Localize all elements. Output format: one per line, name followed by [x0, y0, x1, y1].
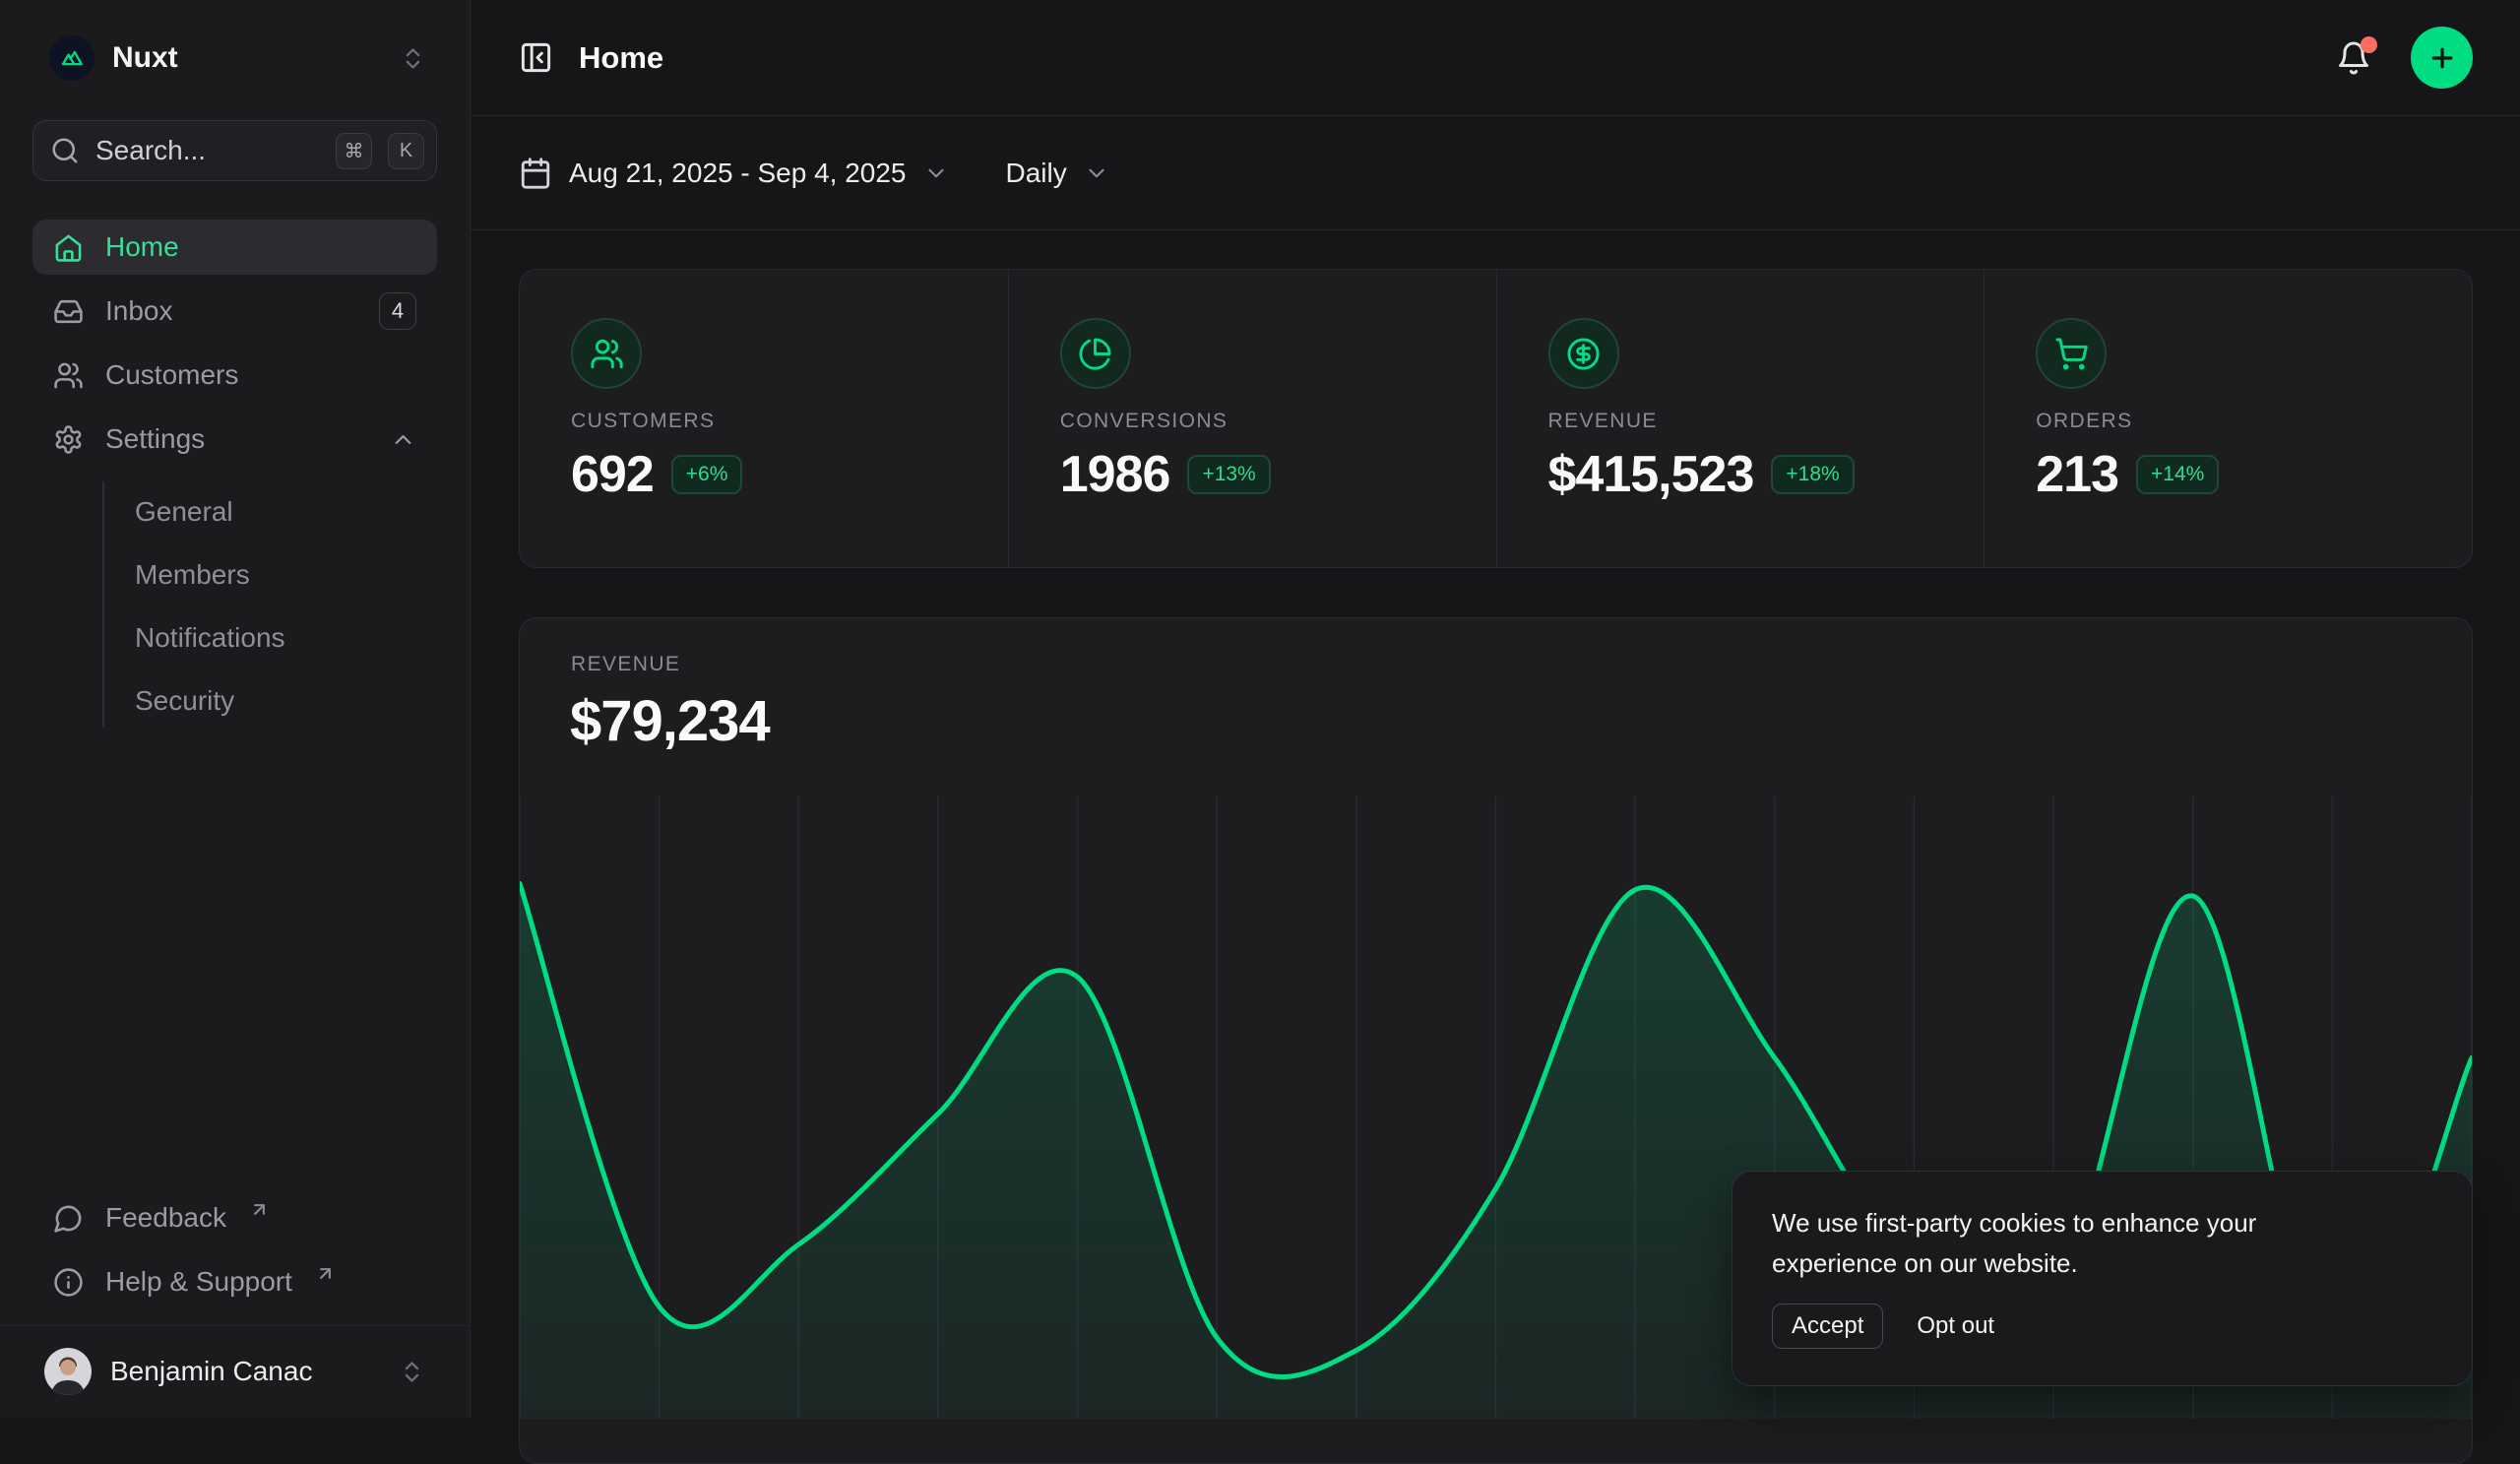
feedback-link[interactable]: Feedback [32, 1190, 437, 1245]
inbox-count-badge: 4 [379, 292, 416, 330]
inbox-icon [53, 296, 84, 327]
revenue-card-value: $79,234 [520, 676, 2472, 754]
collapse-sidebar-icon[interactable] [519, 40, 553, 75]
stat-delta-badge: +6% [671, 455, 743, 494]
info-circle-icon [53, 1267, 84, 1298]
user-menu-button[interactable]: Benjamin Canac [32, 1339, 437, 1404]
stat-label: CONVERSIONS [1060, 410, 1477, 433]
users-stat-icon [571, 318, 642, 389]
gear-icon [53, 424, 84, 455]
circle-dollar-icon [1548, 318, 1619, 389]
stat-delta-badge: +18% [1771, 455, 1854, 494]
stats-row: CUSTOMERS 692 +6% CONVERSIONS 1986 +13% [519, 269, 2473, 568]
footer-item-label: Feedback [105, 1202, 226, 1234]
stat-label: ORDERS [2036, 410, 2452, 433]
nuxt-logo-icon [49, 35, 94, 81]
workspace-name: Nuxt [112, 41, 178, 75]
stat-customers: CUSTOMERS 692 +6% [520, 270, 1008, 567]
user-section: Benjamin Canac [0, 1325, 470, 1418]
cookie-message: We use first-party cookies to enhance yo… [1772, 1203, 2387, 1284]
kbd-meta-key: ⌘ [336, 133, 372, 169]
sidebar-item-label: Inbox [105, 295, 173, 327]
kbd-k-key: K [388, 133, 424, 169]
help-support-link[interactable]: Help & Support [32, 1254, 437, 1309]
sidebar-item-general[interactable]: General [104, 485, 405, 539]
sidebar-item-inbox[interactable]: Inbox 4 [32, 284, 437, 339]
sidebar-item-customers[interactable]: Customers [32, 348, 437, 403]
chevron-up-icon [390, 426, 416, 453]
accept-button[interactable]: Accept [1772, 1304, 1883, 1349]
stat-delta-badge: +14% [2136, 455, 2219, 494]
revenue-card-label: REVENUE [520, 618, 2472, 676]
sidebar-item-security[interactable]: Security [104, 674, 405, 728]
cookie-actions: Accept Opt out [1772, 1304, 2432, 1349]
sidebar-item-settings[interactable]: Settings [32, 412, 437, 467]
sidebar-item-home[interactable]: Home [32, 220, 437, 275]
avatar [44, 1348, 92, 1395]
sidebar-item-notifications[interactable]: Notifications [104, 611, 405, 665]
stat-orders: ORDERS 213 +14% [1984, 270, 2472, 567]
message-circle-icon [53, 1203, 84, 1234]
chevron-down-icon [923, 160, 949, 186]
calendar-icon [519, 157, 552, 190]
date-range-picker[interactable]: Aug 21, 2025 - Sep 4, 2025 [519, 157, 949, 190]
sidebar-item-label: Home [105, 231, 179, 263]
users-icon [53, 360, 84, 391]
stat-value: 692 [571, 445, 654, 504]
search-input[interactable] [95, 135, 320, 166]
chevron-down-icon [1084, 160, 1109, 186]
granularity-label: Daily [1006, 158, 1067, 189]
stat-delta-badge: +13% [1187, 455, 1270, 494]
sidebar-footer: Feedback Help & Support [0, 1190, 470, 1309]
workspace-switcher[interactable]: Nuxt [0, 0, 470, 81]
page-title: Home [579, 40, 663, 76]
notifications-button[interactable] [2336, 40, 2371, 76]
stat-value: $415,523 [1548, 445, 1754, 504]
search-icon [50, 136, 80, 165]
notification-dot [2361, 36, 2377, 53]
opt-out-button[interactable]: Opt out [1917, 1312, 1994, 1340]
stat-conversions: CONVERSIONS 1986 +13% [1008, 270, 1496, 567]
stat-revenue: REVENUE $415,523 +18% [1496, 270, 1984, 567]
add-button[interactable] [2411, 27, 2473, 89]
chevrons-up-down-icon [399, 1359, 425, 1385]
page-header: Home [471, 0, 2520, 116]
chevrons-up-down-icon [400, 45, 426, 72]
user-name: Benjamin Canac [110, 1356, 312, 1387]
filter-toolbar: Aug 21, 2025 - Sep 4, 2025 Daily [471, 116, 2520, 230]
stat-label: REVENUE [1548, 410, 1965, 433]
home-icon [53, 232, 84, 263]
shopping-cart-icon [2036, 318, 2107, 389]
cookie-banner: We use first-party cookies to enhance yo… [1732, 1171, 2473, 1386]
stat-value: 1986 [1060, 445, 1170, 504]
search-input-box[interactable]: ⌘ K [32, 120, 437, 181]
footer-item-label: Help & Support [105, 1266, 292, 1298]
header-actions [2336, 27, 2473, 89]
external-link-icon [249, 1199, 270, 1220]
stat-value: 213 [2036, 445, 2118, 504]
sidebar-item-label: Customers [105, 359, 238, 391]
sidebar: Nuxt ⌘ K Home Inbox 4 Customers Settings [0, 0, 471, 1418]
granularity-select[interactable]: Daily [1006, 158, 1109, 189]
stat-label: CUSTOMERS [571, 410, 988, 433]
sidebar-item-label: Settings [105, 423, 205, 455]
external-link-icon [315, 1263, 336, 1284]
settings-submenu: General Members Notifications Security [102, 481, 405, 728]
pie-chart-icon [1060, 318, 1131, 389]
plus-icon [2427, 43, 2457, 73]
date-range-label: Aug 21, 2025 - Sep 4, 2025 [569, 158, 907, 189]
sidebar-nav: Home Inbox 4 Customers Settings General … [32, 220, 437, 728]
sidebar-item-members[interactable]: Members [104, 548, 405, 602]
